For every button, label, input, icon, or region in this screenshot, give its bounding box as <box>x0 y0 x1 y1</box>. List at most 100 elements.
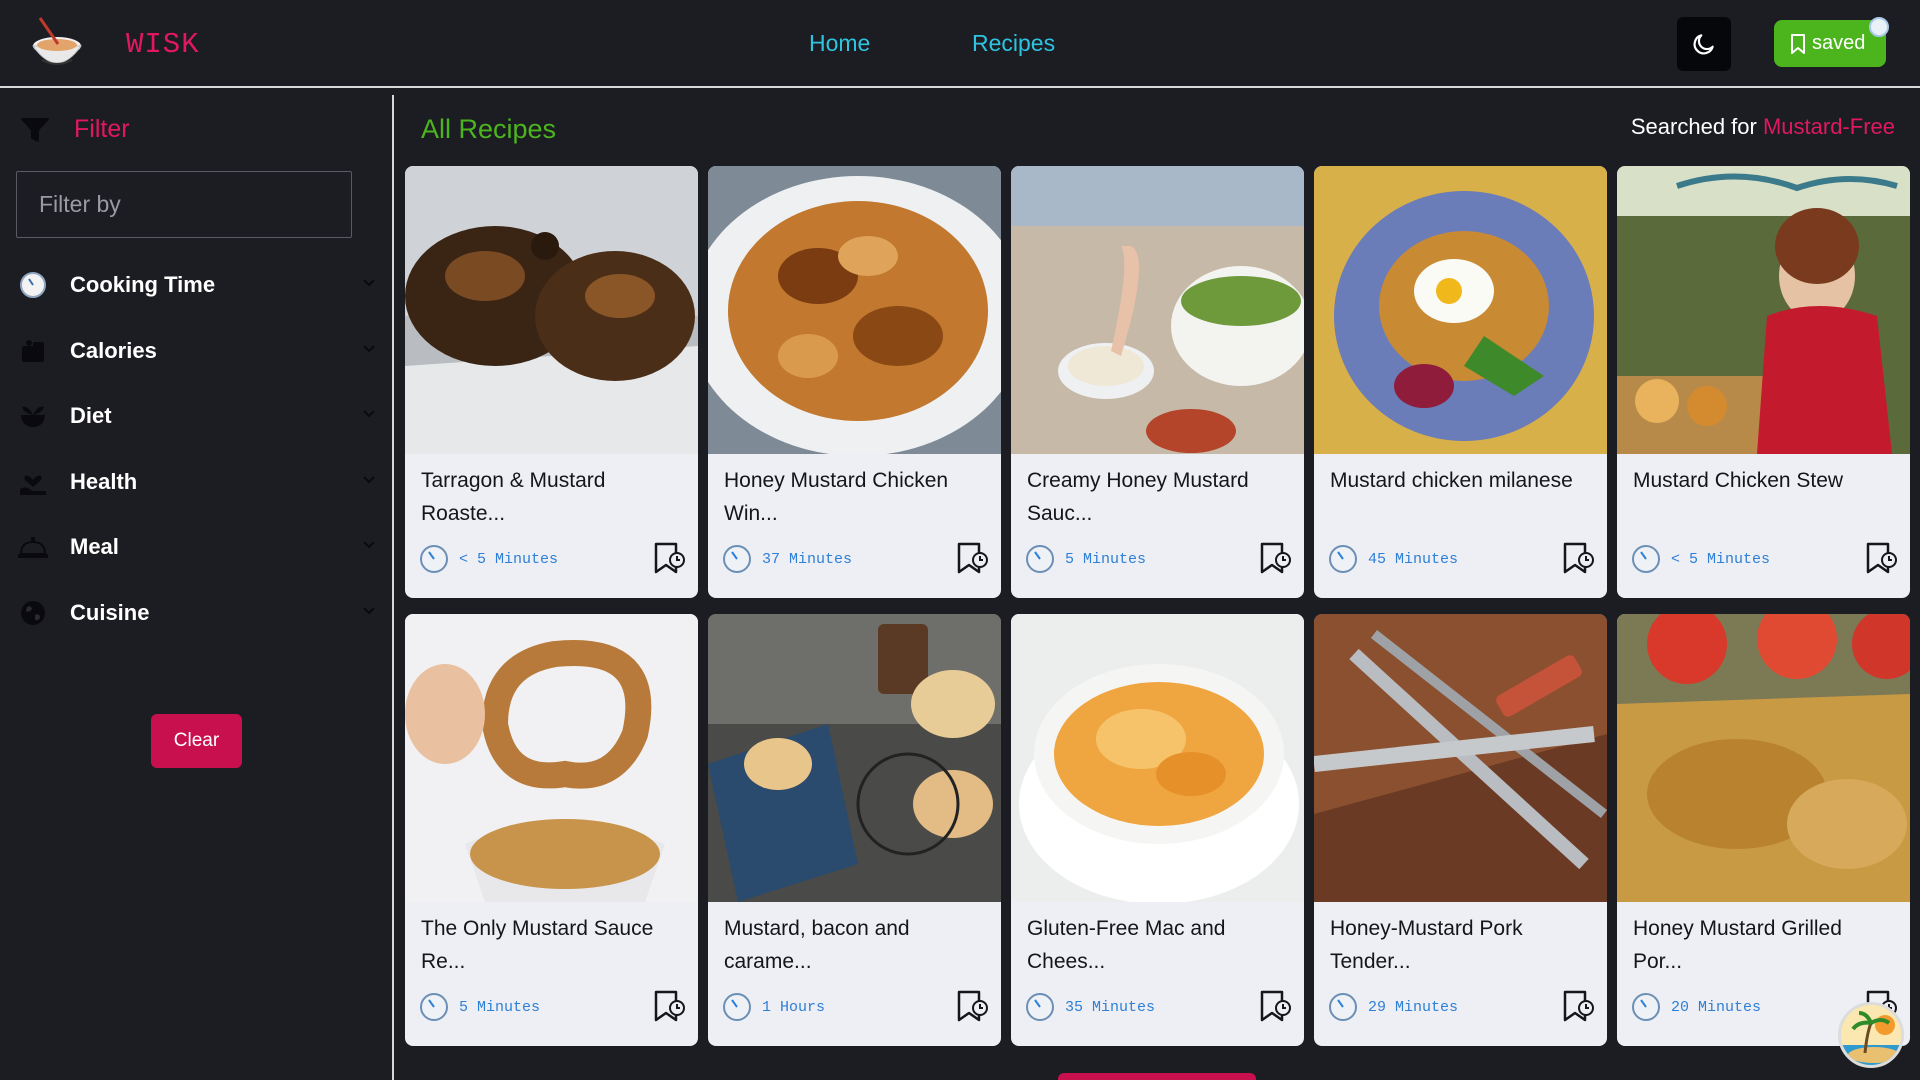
bookmark-icon <box>1791 33 1805 54</box>
recipe-card[interactable]: Mustard, bacon and carame... 1 Hours <box>708 614 1001 1046</box>
bookmark-add-icon[interactable] <box>1258 988 1292 1026</box>
chevron-down-icon <box>363 279 375 287</box>
recipe-image[interactable] <box>1011 614 1304 902</box>
meal-icon <box>16 530 50 564</box>
bookmark-add-icon[interactable] <box>1864 540 1898 578</box>
nav-home[interactable]: Home <box>809 30 870 57</box>
cuisine-label: Cuisine <box>70 600 150 625</box>
timer-icon <box>1329 545 1357 573</box>
filter-calories[interactable]: Calories <box>16 329 376 373</box>
recipe-title[interactable]: Mustard Chicken Stew <box>1633 464 1895 497</box>
recipe-image[interactable] <box>405 166 698 454</box>
recipe-time-text: < 5 Minutes <box>1671 550 1771 568</box>
bookmark-add-icon[interactable] <box>955 988 989 1026</box>
recipe-title[interactable]: Mustard chicken milanese <box>1330 464 1592 497</box>
recipe-time-text: < 5 Minutes <box>459 550 559 568</box>
bookmark-add-icon[interactable] <box>1561 540 1595 578</box>
filter-title: Filter <box>74 115 130 143</box>
recipe-card[interactable]: Creamy Honey Mustard Sauc... 5 Minutes <box>1011 166 1304 598</box>
recipe-time: 37 Minutes <box>722 544 852 574</box>
filter-diet[interactable]: Diet <box>16 394 376 438</box>
recipe-time: 5 Minutes <box>1025 544 1146 574</box>
recipe-image[interactable] <box>708 614 1001 902</box>
recipe-time-text: 37 Minutes <box>762 550 853 568</box>
recipe-time-text: 45 Minutes <box>1368 550 1459 568</box>
chevron-down-icon <box>363 607 375 615</box>
timer-icon <box>723 545 751 573</box>
recipe-card[interactable]: Gluten-Free Mac and Chees... 35 Minutes <box>1011 614 1304 1046</box>
recipe-image[interactable] <box>1314 614 1607 902</box>
recipe-time: < 5 Minutes <box>419 544 558 574</box>
theme-toggle-button[interactable] <box>1677 17 1731 71</box>
recipe-card[interactable]: Mustard Chicken Stew < 5 Minutes <box>1617 166 1910 598</box>
globe-icon <box>16 596 50 630</box>
bookmark-add-icon[interactable] <box>652 540 686 578</box>
health-label: Health <box>70 469 138 494</box>
recipe-card[interactable]: Tarragon & Mustard Roaste... < 5 Minutes <box>405 166 698 598</box>
assistant-beach-icon[interactable] <box>1838 1002 1904 1068</box>
searched-term: Mustard-Free <box>1762 114 1895 139</box>
filter-search-input[interactable] <box>16 171 352 238</box>
recipe-title[interactable]: Tarragon & Mustard Roaste... <box>421 464 683 530</box>
recipe-title[interactable]: Creamy Honey Mustard Sauc... <box>1027 464 1289 530</box>
health-icon <box>16 465 50 499</box>
recipe-image[interactable] <box>1617 166 1910 454</box>
meal-label: Meal <box>70 534 119 559</box>
filter-cooking-time[interactable]: Cooking Time <box>16 263 376 307</box>
search-summary: Searched for Mustard-Free <box>1631 114 1895 140</box>
recipe-title[interactable]: Gluten-Free Mac and Chees... <box>1027 912 1289 978</box>
recipe-time-text: 35 Minutes <box>1065 998 1156 1016</box>
saved-count-badge <box>1869 17 1889 37</box>
recipe-title[interactable]: Mustard, bacon and carame... <box>724 912 986 978</box>
saved-label: saved <box>1812 32 1866 54</box>
chevron-down-icon <box>363 410 375 418</box>
recipe-time: 29 Minutes <box>1328 992 1458 1022</box>
recipe-time: 1 Hours <box>722 992 825 1022</box>
recipe-image[interactable] <box>1617 614 1910 902</box>
recipe-title[interactable]: Honey-Mustard Pork Tender... <box>1330 912 1592 978</box>
clear-filters-button[interactable]: Clear <box>151 714 242 768</box>
page-title: All Recipes <box>421 114 557 144</box>
recipe-time: 35 Minutes <box>1025 992 1155 1022</box>
recipe-title[interactable]: Honey Mustard Chicken Win... <box>724 464 986 530</box>
moon-icon <box>1693 34 1714 55</box>
load-more-button[interactable] <box>1058 1073 1256 1080</box>
filter-header: Filter <box>20 115 130 144</box>
bookmark-add-icon[interactable] <box>1258 540 1292 578</box>
recipe-image[interactable] <box>1011 166 1304 454</box>
cooking-time-label: Cooking Time <box>70 272 216 297</box>
bookmark-add-icon[interactable] <box>652 988 686 1026</box>
filter-health[interactable]: Health <box>16 460 376 504</box>
recipe-image[interactable] <box>708 166 1001 454</box>
filter-cuisine[interactable]: Cuisine <box>16 591 376 635</box>
filter-sidebar: Filter Cooking Time Calories Diet Health <box>0 95 394 1080</box>
recipe-card[interactable]: Honey-Mustard Pork Tender... 29 Minutes <box>1314 614 1607 1046</box>
saved-button[interactable]: saved <box>1774 17 1889 67</box>
recipe-title[interactable]: Honey Mustard Grilled Por... <box>1633 912 1895 978</box>
brand-name[interactable]: WISK <box>126 28 200 61</box>
recipe-time: 20 Minutes <box>1631 992 1761 1022</box>
filter-meal[interactable]: Meal <box>16 525 376 569</box>
recipe-image[interactable] <box>405 614 698 902</box>
logo-bowl-icon[interactable] <box>28 10 88 78</box>
calories-icon <box>16 334 50 368</box>
searched-prefix: Searched for <box>1630 114 1763 139</box>
chevron-down-icon <box>363 476 375 484</box>
timer-icon <box>1026 545 1054 573</box>
timer-icon <box>420 545 448 573</box>
recipe-title[interactable]: The Only Mustard Sauce Re... <box>421 912 683 978</box>
diet-icon <box>16 399 50 433</box>
recipe-card[interactable]: Honey Mustard Chicken Win... 37 Minutes <box>708 166 1001 598</box>
timer-icon <box>420 993 448 1021</box>
bookmark-add-icon[interactable] <box>955 540 989 578</box>
recipe-time: 5 Minutes <box>419 992 540 1022</box>
recipe-card[interactable]: The Only Mustard Sauce Re... 5 Minutes <box>405 614 698 1046</box>
recipe-card[interactable]: Honey Mustard Grilled Por... 20 Minutes <box>1617 614 1910 1046</box>
nav-recipes[interactable]: Recipes <box>972 30 1055 57</box>
recipe-image[interactable] <box>1314 166 1607 454</box>
funnel-icon <box>21 117 49 142</box>
bookmark-add-icon[interactable] <box>1561 988 1595 1026</box>
recipe-card[interactable]: Mustard chicken milanese 45 Minutes <box>1314 166 1607 598</box>
calories-label: Calories <box>70 338 157 363</box>
recipe-time: 45 Minutes <box>1328 544 1458 574</box>
